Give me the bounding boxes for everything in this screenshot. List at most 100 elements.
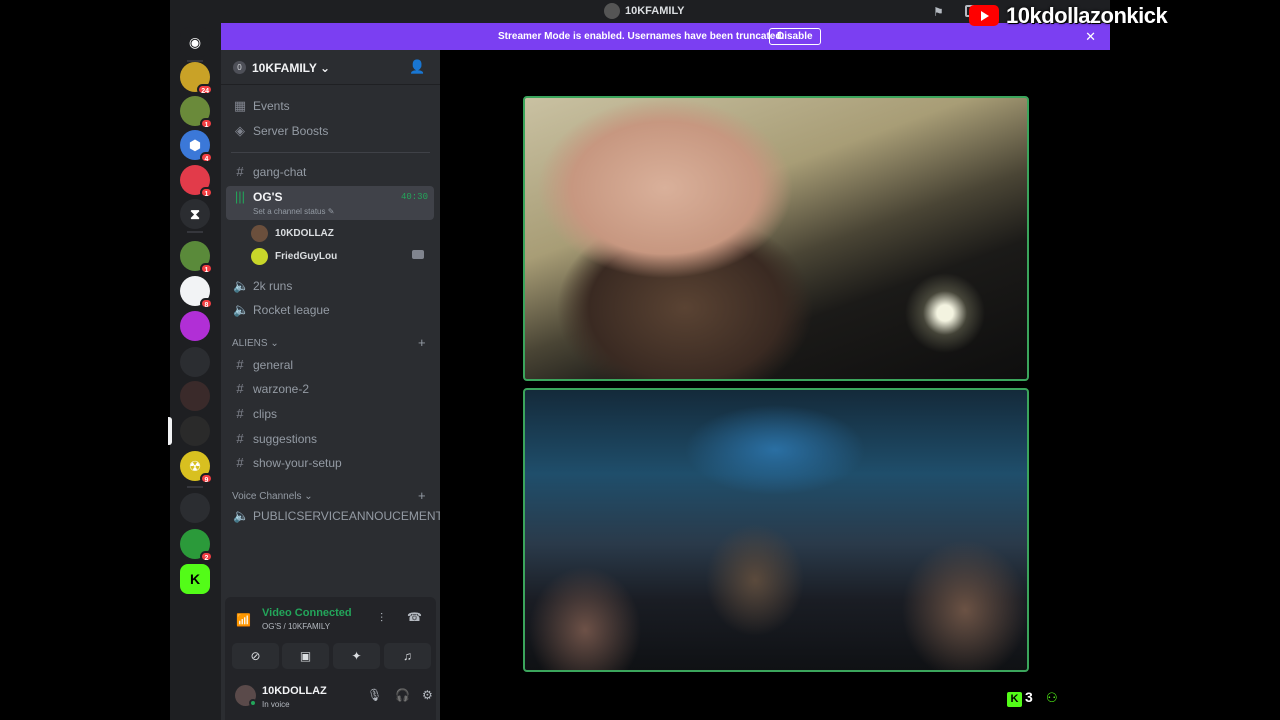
voice-user-name: FriedGuyLou [275, 251, 338, 262]
server-icon-server-14[interactable]: 2 [180, 529, 213, 562]
mention-badge: 8 [200, 298, 213, 309]
voice-status-title[interactable]: Video Connected [262, 607, 352, 619]
channel-label: suggestions [253, 432, 318, 446]
server-icon-server-13[interactable] [180, 493, 210, 523]
headphones-icon[interactable]: 🎧 [395, 688, 410, 702]
voice-active-icon: ||| [234, 189, 246, 204]
server-icon-server-3[interactable]: ⬢ 4 [180, 130, 213, 163]
disconnect-icon[interactable]: ☎ [407, 610, 422, 624]
server-separator [187, 231, 203, 233]
server-icon-server-5[interactable]: ⧗ [180, 199, 210, 229]
category-voice-channels[interactable]: Voice Channels ⌄ [232, 491, 313, 502]
online-status-icon [249, 699, 257, 707]
video-stage [440, 50, 1110, 720]
signal-icon[interactable]: 📶 [236, 613, 251, 627]
server-separator [187, 60, 203, 62]
add-channel-icon[interactable]: + [418, 488, 426, 503]
user-status: In voice [262, 700, 290, 709]
server-icon-server-1[interactable]: 24 [180, 62, 213, 95]
server-icon-server-9[interactable] [180, 347, 210, 377]
channel-2k-runs[interactable]: 🔈 2k runs [226, 275, 434, 297]
guild-header[interactable]: 0 10KFAMILY ⌄ 👤 [221, 50, 440, 85]
mention-badge: 2 [200, 551, 213, 562]
mention-badge: 1 [200, 263, 213, 274]
server-separator [187, 486, 203, 488]
voice-status-subtitle[interactable]: OG'S / 10KFAMILY [262, 622, 330, 631]
server-glyph-icon [180, 311, 210, 341]
server-icon-server-6[interactable]: 1 [180, 241, 213, 274]
settings-gear-icon[interactable]: ⚙ [422, 688, 433, 702]
server-icon-server-8[interactable] [180, 311, 210, 341]
hashtag-icon: # [236, 406, 244, 421]
channel-status[interactable]: Set a channel status ✎ [253, 207, 334, 216]
hashtag-icon: # [236, 357, 244, 372]
server-glyph-icon: ⧗ [190, 206, 200, 222]
soundboard-button[interactable]: ♫ [384, 643, 431, 669]
hashtag-icon: # [236, 431, 244, 446]
server-rail: ◉ 24 1 ⬢ 4 1 ⧗ 1 8 ☢ 9 2 K [168, 23, 220, 720]
noise-suppression-icon[interactable]: ⫶ [380, 611, 383, 626]
hashtag-icon: # [236, 381, 244, 396]
overlay-channel-name: 10kdollazonkick [1006, 3, 1168, 28]
channel-show-your-setup[interactable]: # show-your-setup [226, 452, 434, 474]
camera-off-button[interactable]: ⊘ [232, 643, 279, 669]
server-glyph-icon [180, 347, 210, 377]
banner-message: Streamer Mode is enabled. Usernames have… [498, 31, 785, 42]
channel-label: general [253, 358, 294, 372]
channel-warzone-2[interactable]: # warzone-2 [226, 378, 434, 400]
channel-label: 2k runs [253, 279, 293, 293]
channel-general[interactable]: # general [226, 354, 434, 376]
kick-users-icon: ⚇ [1046, 690, 1058, 705]
voice-user[interactable]: FriedGuyLou [251, 246, 431, 266]
disable-button[interactable]: Disable [769, 28, 821, 45]
channel-suggestions[interactable]: # suggestions [226, 428, 434, 450]
boost-icon: ◈ [235, 123, 245, 138]
category-aliens[interactable]: ALIENS ⌄ [232, 338, 279, 349]
channel-label: warzone-2 [253, 382, 310, 396]
channel-publicserviceannoucement[interactable]: 🔈 PUBLICSERVICEANNOUCEMENT [226, 505, 443, 527]
mention-badge: 1 [200, 187, 213, 198]
activities-button[interactable]: ✦ [333, 643, 380, 669]
server-avatar-icon [604, 3, 620, 19]
microphone-icon[interactable]: 🎙 [367, 688, 382, 702]
calendar-icon: ▦ [233, 98, 247, 113]
server-icon-server-11[interactable] [180, 416, 210, 446]
sidebar-item-label: Server Boosts [253, 124, 329, 138]
server-glyph-icon [180, 381, 210, 411]
divider [231, 152, 430, 153]
sidebar-item-server-boosts[interactable]: ◈ Server Boosts [226, 120, 434, 142]
server-icon-server-kick[interactable]: K [180, 564, 210, 594]
server-icon-server-2[interactable]: 1 [180, 96, 213, 129]
sidebar-item-label: Events [253, 99, 290, 113]
guild-name[interactable]: 10KFAMILY ⌄ [252, 61, 330, 75]
channel-label: PUBLICSERVICEANNOUCEMENT [253, 509, 443, 523]
flag-icon[interactable]: ⚑ [933, 5, 946, 19]
channel-clips[interactable]: # clips [226, 403, 434, 425]
server-glyph-icon: ◉ [188, 34, 202, 50]
server-icon-server-10[interactable] [180, 381, 210, 411]
server-icon-server-7[interactable]: 8 [180, 276, 213, 309]
channel-gang-chat[interactable]: # gang-chat [226, 161, 434, 183]
voice-user[interactable]: 10KDOLLAZ [251, 223, 431, 243]
close-icon[interactable]: ✕ [1085, 29, 1096, 45]
video-tile[interactable] [523, 388, 1029, 672]
channel-label: gang-chat [253, 165, 307, 179]
channel-rocket-league[interactable]: 🔈 Rocket league [226, 299, 434, 321]
screen-share-button[interactable]: ▣ [282, 643, 329, 669]
sidebar-item-events[interactable]: ▦ Events [226, 95, 434, 117]
invite-icon[interactable]: 👤 [409, 59, 425, 75]
add-channel-icon[interactable]: + [418, 335, 426, 350]
server-icon-discord-home[interactable]: ◉ [180, 27, 210, 57]
server-icon-server-4[interactable]: 1 [180, 165, 213, 198]
channel-label: OG'S [253, 190, 283, 204]
text-voice-icon: # [236, 164, 244, 179]
channel-label: clips [253, 407, 278, 421]
channel-ogs[interactable]: ||| OG'S 40:30 Set a channel status ✎ [226, 186, 434, 220]
hashtag-icon: # [236, 455, 244, 470]
speaker-icon: 🔈 [233, 508, 250, 523]
mention-badge: 9 [200, 473, 213, 484]
server-icon-server-12[interactable]: ☢ 9 [180, 451, 213, 484]
user-name[interactable]: 10KDOLLAZ [262, 685, 327, 697]
speaker-icon: 🔈 [233, 278, 250, 293]
video-tile[interactable] [523, 96, 1029, 381]
